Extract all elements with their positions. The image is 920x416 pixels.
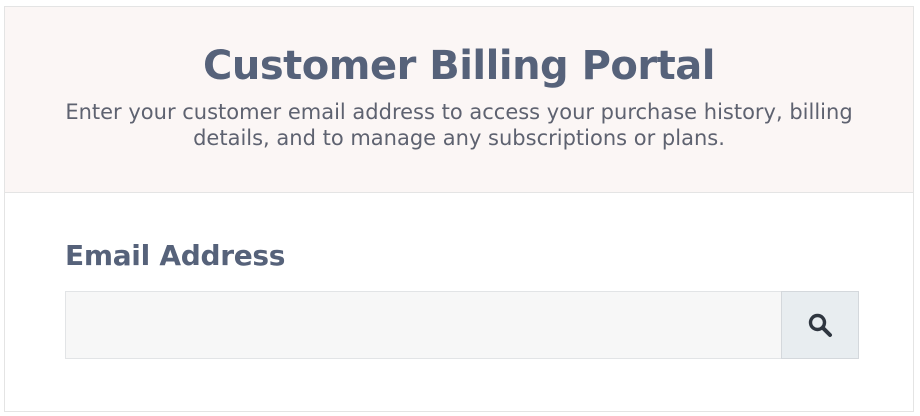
portal-header: Customer Billing Portal Enter your custo… [5, 7, 913, 193]
page-title: Customer Billing Portal [203, 43, 715, 89]
email-input-group [65, 291, 859, 359]
billing-portal-card: Customer Billing Portal Enter your custo… [4, 6, 914, 412]
email-label: Email Address [65, 239, 286, 272]
page-description: Enter your customer email address to acc… [65, 100, 853, 150]
search-button[interactable] [781, 291, 859, 359]
search-icon [807, 312, 833, 338]
email-input[interactable] [65, 291, 781, 359]
email-form: Email Address [5, 193, 913, 359]
